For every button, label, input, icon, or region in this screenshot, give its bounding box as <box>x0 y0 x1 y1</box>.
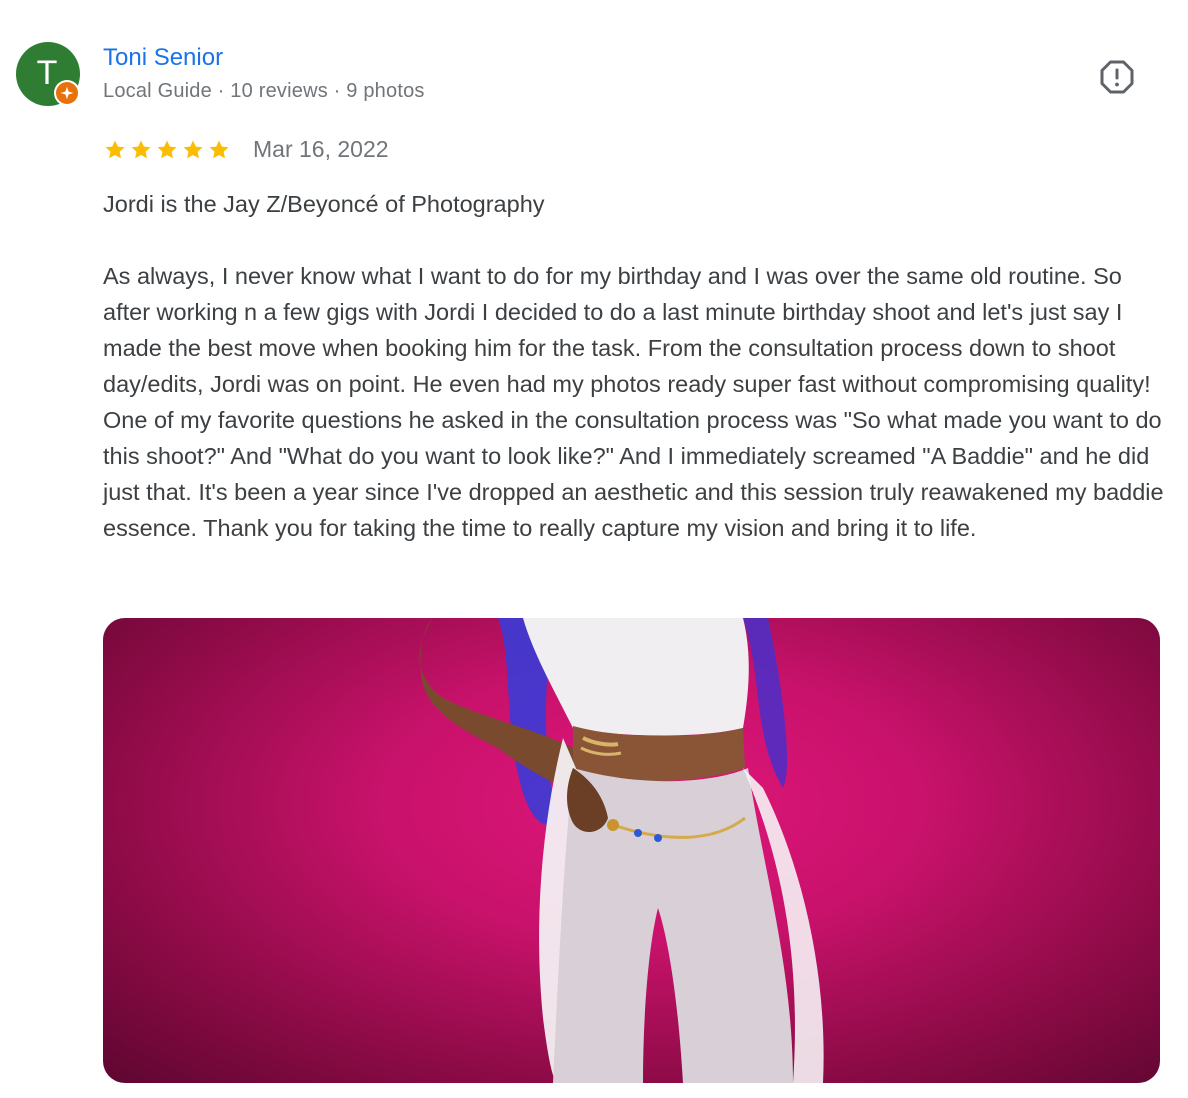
star-icon <box>207 138 231 162</box>
reviewer-name-link[interactable]: Toni Senior <box>103 44 223 72</box>
report-flag-icon <box>1100 60 1134 99</box>
star-icon <box>129 138 153 162</box>
rating-row: Mar 16, 2022 <box>103 136 389 163</box>
local-guide-star-icon <box>56 82 78 104</box>
star-rating <box>103 138 231 162</box>
star-icon <box>103 138 127 162</box>
photo-illustration <box>419 618 824 1083</box>
review-paragraph: As always, I never know what I want to d… <box>103 263 1164 541</box>
local-guide-badge <box>54 80 80 106</box>
reviewer-meta: Local Guide · 10 reviews · 9 photos <box>103 80 425 102</box>
review-date: Mar 16, 2022 <box>253 136 389 162</box>
review-photo[interactable] <box>103 618 1160 1083</box>
star-icon <box>155 138 179 162</box>
report-review-button[interactable] <box>1096 58 1138 100</box>
star-icon <box>181 138 205 162</box>
review-headline: Jordi is the Jay Z/Beyoncé of Photograph… <box>103 191 545 217</box>
review-text: Jordi is the Jay Z/Beyoncé of Photograph… <box>103 186 1168 546</box>
